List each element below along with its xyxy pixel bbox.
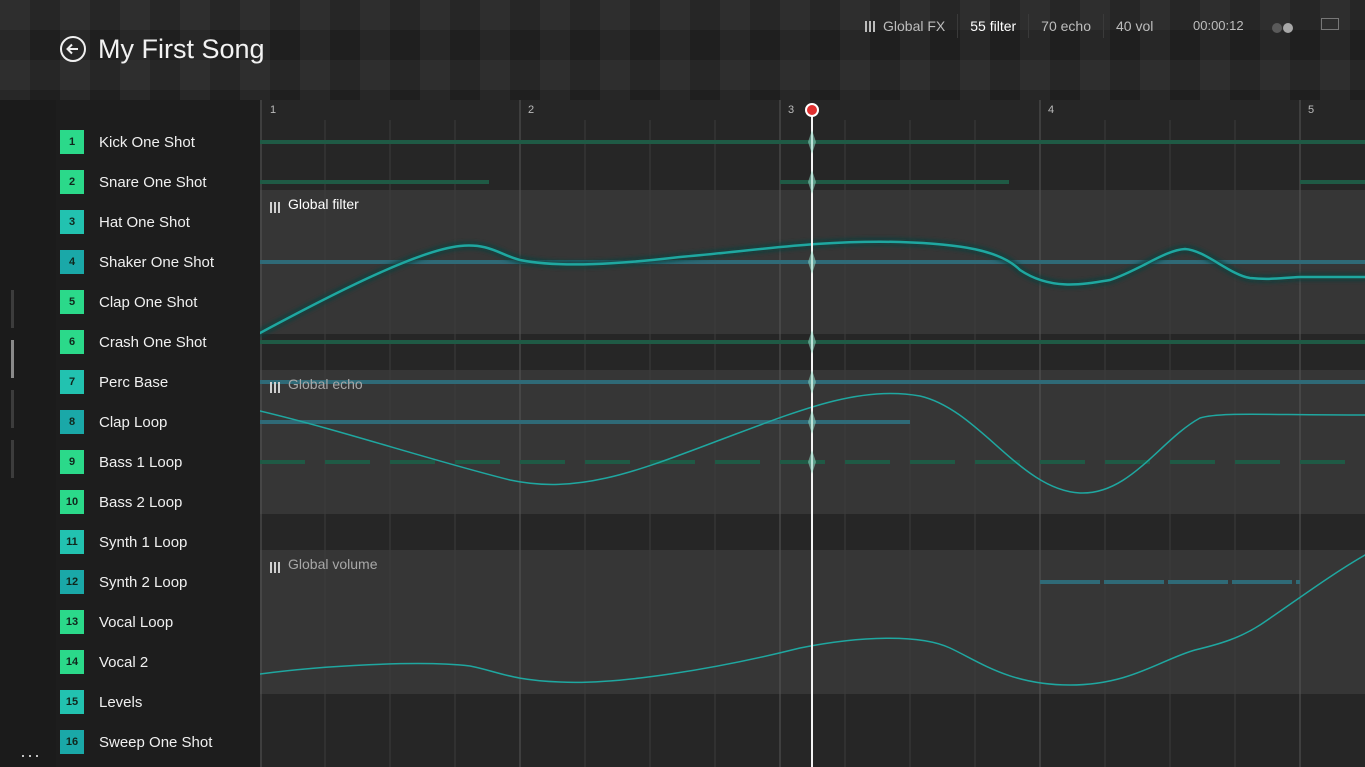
track-name: Clap One Shot [99, 293, 198, 311]
track-name: Shaker One Shot [99, 253, 215, 271]
track-row[interactable]: 16 Sweep One Shot [60, 722, 260, 762]
bars-icon [270, 560, 282, 573]
track-row[interactable]: 15 Levels [60, 682, 260, 722]
bars-icon [865, 15, 877, 32]
ruler-label: 2 [528, 104, 535, 116]
track-name: Crash One Shot [99, 333, 207, 351]
echo-panel-label[interactable]: Global echo [270, 376, 363, 393]
page-indicator[interactable] [11, 340, 14, 378]
fx-toolbar: Global FX 55 filter 70 echo 40 vol [865, 14, 1165, 38]
track-row[interactable]: 10 Bass 2 Loop [60, 482, 260, 522]
status-dot [1283, 23, 1293, 33]
ruler-label: 1 [270, 104, 277, 116]
track-number-badge[interactable]: 13 [60, 610, 84, 634]
timeline[interactable]: 1 2 3 4 5 Global filter Global echo Glob… [260, 100, 1365, 767]
track-row[interactable]: 14 Vocal 2 [60, 642, 260, 682]
track-number-badge[interactable]: 6 [60, 330, 84, 354]
back-button[interactable] [60, 36, 86, 62]
track-name: Levels [99, 693, 143, 711]
track-row[interactable]: 4 Shaker One Shot [60, 242, 260, 282]
track-row[interactable]: 9 Bass 1 Loop [60, 442, 260, 482]
page-indicator[interactable] [11, 390, 14, 428]
track-row[interactable]: 11 Synth 1 Loop [60, 522, 260, 562]
track-name: Sweep One Shot [99, 733, 213, 751]
track-number-badge[interactable]: 14 [60, 650, 84, 674]
ruler-label: 4 [1048, 104, 1055, 116]
status-dots [1272, 20, 1294, 38]
track-number-badge[interactable]: 4 [60, 250, 84, 274]
view-toggle-button[interactable] [1321, 18, 1339, 30]
echo-value-button[interactable]: 70 echo [1028, 14, 1103, 38]
track-number-badge[interactable]: 16 [60, 730, 84, 754]
filter-value-button[interactable]: 55 filter [957, 14, 1028, 38]
page-title: My First Song [98, 34, 265, 64]
track-name: Clap Loop [99, 413, 168, 431]
vol-value-button[interactable]: 40 vol [1103, 14, 1165, 38]
track-row[interactable]: 12 Synth 2 Loop [60, 562, 260, 602]
time-readout: 00:00:12 [1193, 18, 1244, 33]
global-fx-label: Global FX [883, 18, 946, 34]
track-number-badge[interactable]: 12 [60, 570, 84, 594]
ruler-label: 3 [788, 104, 795, 116]
track-name: Kick One Shot [99, 133, 195, 151]
track-number-badge[interactable]: 15 [60, 690, 84, 714]
status-dot [1272, 23, 1282, 33]
volume-title: Global volume [288, 556, 378, 572]
track-name: Vocal Loop [99, 613, 174, 631]
track-row[interactable]: 3 Hat One Shot [60, 202, 260, 242]
track-row[interactable]: 13 Vocal Loop [60, 602, 260, 642]
track-row[interactable]: 6 Crash One Shot [60, 322, 260, 362]
more-options-button[interactable]: ··· [20, 745, 41, 766]
track-number-badge[interactable]: 8 [60, 410, 84, 434]
track-number-badge[interactable]: 10 [60, 490, 84, 514]
track-number-badge[interactable]: 2 [60, 170, 84, 194]
track-row[interactable]: 7 Perc Base [60, 362, 260, 402]
timeline-canvas [260, 100, 1365, 767]
filter-title: Global filter [288, 196, 359, 212]
track-row[interactable]: 1 Kick One Shot [60, 122, 260, 162]
track-name: Snare One Shot [99, 173, 207, 191]
track-name: Synth 1 Loop [99, 533, 188, 551]
track-number-badge[interactable]: 7 [60, 370, 84, 394]
track-number-badge[interactable]: 1 [60, 130, 84, 154]
header: My First Song Global FX 55 filter 70 ech… [0, 0, 1365, 100]
track-name: Synth 2 Loop [99, 573, 188, 591]
track-name: Bass 2 Loop [99, 493, 183, 511]
ruler-label: 5 [1308, 104, 1315, 116]
track-row[interactable]: 2 Snare One Shot [60, 162, 260, 202]
track-number-badge[interactable]: 3 [60, 210, 84, 234]
bar-ruler: 1 2 3 4 5 [260, 100, 1365, 120]
track-number-badge[interactable]: 5 [60, 290, 84, 314]
echo-title: Global echo [288, 376, 363, 392]
track-name: Bass 1 Loop [99, 453, 183, 471]
volume-panel-label[interactable]: Global volume [270, 556, 378, 573]
track-name: Perc Base [99, 373, 169, 391]
bars-icon [270, 200, 282, 213]
track-name: Vocal 2 [99, 653, 149, 671]
page-indicator[interactable] [11, 440, 14, 478]
track-name: Hat One Shot [99, 213, 190, 231]
page-indicators [11, 290, 14, 490]
track-row[interactable]: 8 Clap Loop [60, 402, 260, 442]
page-indicator[interactable] [11, 290, 14, 328]
global-fx-button[interactable]: Global FX [865, 14, 957, 38]
bars-icon [270, 380, 282, 393]
track-number-badge[interactable]: 11 [60, 530, 84, 554]
arrow-left-icon [66, 43, 78, 55]
track-row[interactable]: 5 Clap One Shot [60, 282, 260, 322]
filter-panel-label[interactable]: Global filter [270, 196, 359, 213]
track-list: 1 Kick One Shot 2 Snare One Shot 3 Hat One Sh… [56, 100, 260, 767]
track-number-badge[interactable]: 9 [60, 450, 84, 474]
